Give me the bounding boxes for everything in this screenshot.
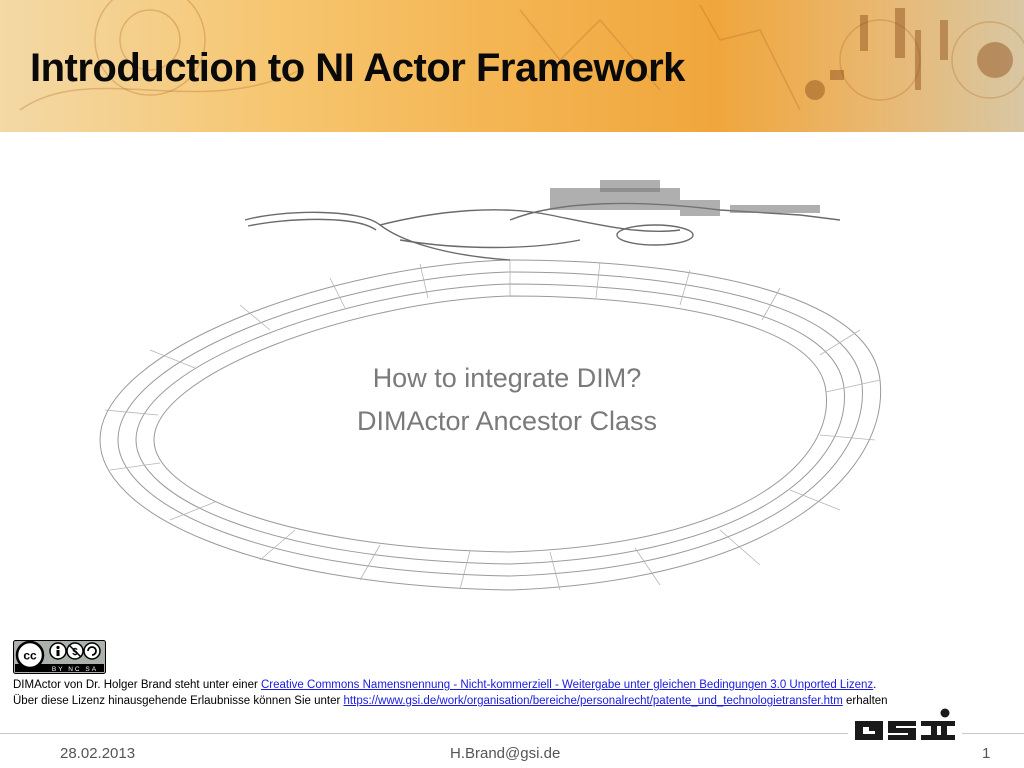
footer-email: H.Brand@gsi.de: [450, 745, 561, 762]
license-line-1-suffix: .: [873, 679, 877, 691]
license-notice: DIMActor von Dr. Holger Brand steht unte…: [13, 677, 1013, 709]
footer-divider-left: [0, 733, 848, 734]
page-number: 1: [982, 745, 991, 762]
slide-title: Introduction to NI Actor Framework: [30, 46, 685, 90]
footer-divider-right: [962, 733, 1024, 734]
header-banner: Introduction to NI Actor Framework: [0, 0, 1024, 132]
gsi-permissions-link[interactable]: https://www.gsi.de/work/organisation/ber…: [344, 695, 843, 707]
subtitle-line-1: How to integrate DIM?: [372, 363, 642, 393]
subtitle-line-2: DIMActor Ancestor Class: [356, 406, 658, 436]
gsi-logo: [855, 708, 955, 740]
cc-license-link[interactable]: Creative Commons Namensnennung - Nicht-k…: [261, 679, 873, 691]
footer-date: 28.02.2013: [60, 745, 136, 762]
creative-commons-badge[interactable]: cc $ BY NC SA: [13, 640, 106, 674]
license-line-1: DIMActor von Dr. Holger Brand steht unte…: [13, 677, 1013, 693]
accelerator-ring-wireframe: [99, 180, 882, 591]
license-line-2-prefix: Über diese Lizenz hinausgehende Erlaubni…: [13, 695, 344, 707]
license-line-1-prefix: DIMActor von Dr. Holger Brand steht unte…: [13, 679, 261, 691]
cc-badge-text: BY NC SA: [52, 666, 98, 673]
svg-text:cc: cc: [23, 649, 37, 663]
license-line-2-suffix: erhalten: [842, 695, 888, 707]
